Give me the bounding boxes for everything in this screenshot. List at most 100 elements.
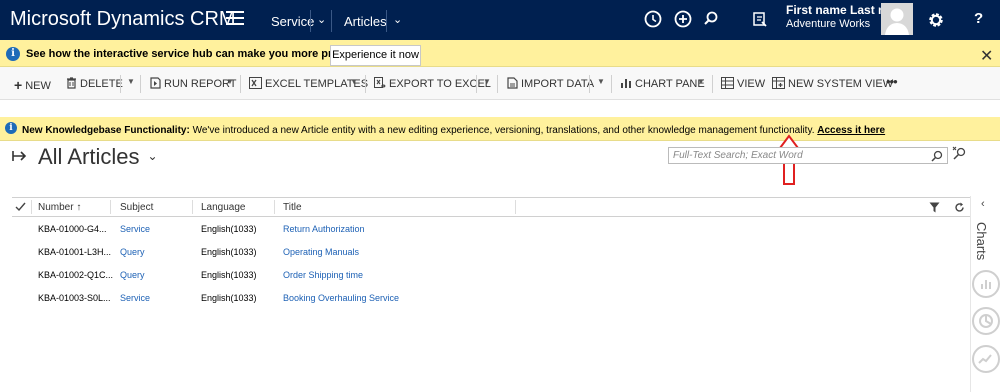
search-icon[interactable] [700, 8, 722, 30]
avatar[interactable] [881, 3, 913, 35]
run-report-button[interactable]: RUN REPORT [150, 77, 237, 90]
bar-chart-icon[interactable] [972, 270, 1000, 298]
info-icon: i [6, 47, 20, 61]
report-icon [150, 77, 161, 89]
caret-down-icon[interactable]: ▼ [226, 77, 234, 86]
bar-chart-icon [621, 79, 631, 88]
caret-down-icon[interactable]: ▼ [483, 77, 491, 86]
experience-it-now-button[interactable]: Experience it now [330, 45, 421, 66]
advanced-find-icon[interactable] [749, 8, 771, 30]
search-icon[interactable] [931, 150, 943, 162]
kb-banner-text: We've introduced a new Article entity wi… [189, 125, 818, 136]
caret-down-icon[interactable]: ▼ [127, 77, 135, 86]
article-title-link[interactable]: Operating Manuals [283, 247, 359, 257]
import-data-label: IMPORT DATA [521, 78, 595, 90]
chevron-down-icon[interactable]: ⌄ [393, 13, 402, 26]
nav-divider [331, 10, 332, 32]
nav-entity-articles[interactable]: Articles [344, 14, 387, 29]
pin-icon[interactable] [12, 150, 28, 162]
caret-down-icon[interactable]: ▼ [597, 77, 605, 86]
gear-icon[interactable] [925, 9, 947, 31]
hamburger-menu-icon[interactable] [226, 11, 244, 27]
new-system-view-button[interactable]: NEW SYSTEM VIEW [772, 77, 893, 90]
collapse-chevron-icon[interactable]: ‹ [981, 198, 985, 210]
article-title-link[interactable]: Booking Overhauling Service [283, 293, 399, 303]
crm-window: Microsoft Dynamics CRM Service ⌄ Article… [0, 0, 1000, 392]
column-header-number[interactable]: Number ↑ [38, 202, 81, 213]
new-button[interactable]: + NEW [14, 77, 51, 93]
nav-area-service[interactable]: Service [271, 14, 314, 29]
organization-name: Adventure Works [786, 18, 871, 30]
column-header-subject[interactable]: Subject [120, 202, 153, 213]
caret-down-icon[interactable]: ▼ [350, 77, 358, 86]
command-divider [365, 75, 366, 93]
app-title[interactable]: Microsoft Dynamics CRM [10, 8, 236, 31]
nav-divider [310, 10, 311, 32]
article-number[interactable]: KBA-01001-L3H... [38, 247, 111, 257]
chevron-down-icon: ⌄ [147, 149, 158, 163]
clear-search-icon[interactable] [952, 145, 968, 161]
column-divider [192, 200, 193, 214]
delete-label: DELETE [80, 78, 123, 90]
view-button[interactable]: VIEW [721, 77, 765, 90]
charts-label[interactable]: Charts [974, 222, 989, 260]
column-divider [31, 200, 32, 214]
caret-down-icon[interactable]: ▼ [697, 77, 705, 86]
grid-header: Number ↑ Subject Language Title [12, 197, 970, 217]
article-title-link[interactable]: Order Shipping time [283, 270, 363, 280]
service-hub-banner: i See how the interactive service hub ca… [0, 40, 1000, 67]
chart-pane-label: CHART PANE [635, 78, 705, 90]
more-commands-button[interactable]: ••• [886, 74, 898, 89]
close-icon[interactable]: ✕ [980, 46, 993, 66]
delete-button[interactable]: DELETE [66, 77, 123, 90]
new-label: NEW [25, 80, 51, 92]
command-divider [589, 75, 590, 93]
article-subject-link[interactable]: Service [120, 293, 150, 303]
info-icon: i [5, 122, 17, 134]
column-divider [274, 200, 275, 214]
article-language: English(1033) [201, 247, 257, 257]
article-subject-link[interactable]: Service [120, 224, 150, 234]
article-number[interactable]: KBA-01000-G4... [38, 224, 107, 234]
import-data-button[interactable]: IMPORT DATA [507, 77, 594, 90]
article-subject-link[interactable]: Query [120, 270, 145, 280]
filter-icon[interactable] [929, 202, 940, 213]
person-silhouette-icon [885, 8, 909, 35]
chart-pane-button[interactable]: CHART PANE [620, 77, 705, 90]
import-icon [507, 77, 518, 89]
command-divider [240, 75, 241, 93]
excel-icon [249, 77, 262, 89]
article-number[interactable]: KBA-01002-Q1C... [38, 270, 113, 280]
chevron-down-icon[interactable]: ⌄ [317, 13, 326, 26]
article-language: English(1033) [201, 270, 257, 280]
command-divider [611, 75, 612, 93]
select-all-checkmark-icon[interactable] [15, 202, 26, 212]
new-system-view-label: NEW SYSTEM VIEW [788, 78, 894, 90]
line-chart-icon[interactable] [972, 345, 1000, 373]
view-label: VIEW [737, 78, 766, 90]
column-divider [515, 200, 516, 214]
help-button[interactable]: ? [974, 10, 983, 27]
pie-chart-icon[interactable] [972, 307, 1000, 335]
article-language: English(1033) [201, 224, 257, 234]
article-subject-link[interactable]: Query [120, 247, 145, 257]
refresh-icon[interactable] [954, 202, 965, 213]
export-icon [374, 77, 386, 88]
user-name[interactable]: First name Last na... [786, 3, 881, 17]
command-divider [140, 75, 141, 93]
article-number[interactable]: KBA-01003-S0L... [38, 293, 111, 303]
view-selector[interactable]: All Articles ⌄ [38, 144, 158, 170]
clock-icon[interactable] [642, 8, 664, 30]
search-input[interactable]: Full-Text Search; Exact Word [668, 147, 948, 164]
export-to-excel-button[interactable]: EXPORT TO EXCEL [374, 77, 491, 90]
service-hub-message: See how the interactive service hub can … [26, 48, 381, 60]
column-header-language[interactable]: Language [201, 202, 246, 213]
plus-icon: + [14, 77, 23, 93]
access-it-here-link[interactable]: Access it here [817, 125, 885, 136]
column-header-title[interactable]: Title [283, 202, 302, 213]
article-title-link[interactable]: Return Authorization [283, 224, 365, 234]
page-title: All Articles [38, 144, 140, 169]
plus-icon[interactable] [672, 8, 694, 30]
command-divider [497, 75, 498, 93]
knowledgebase-message: New Knowledgebase Functionality: We've i… [22, 125, 885, 136]
